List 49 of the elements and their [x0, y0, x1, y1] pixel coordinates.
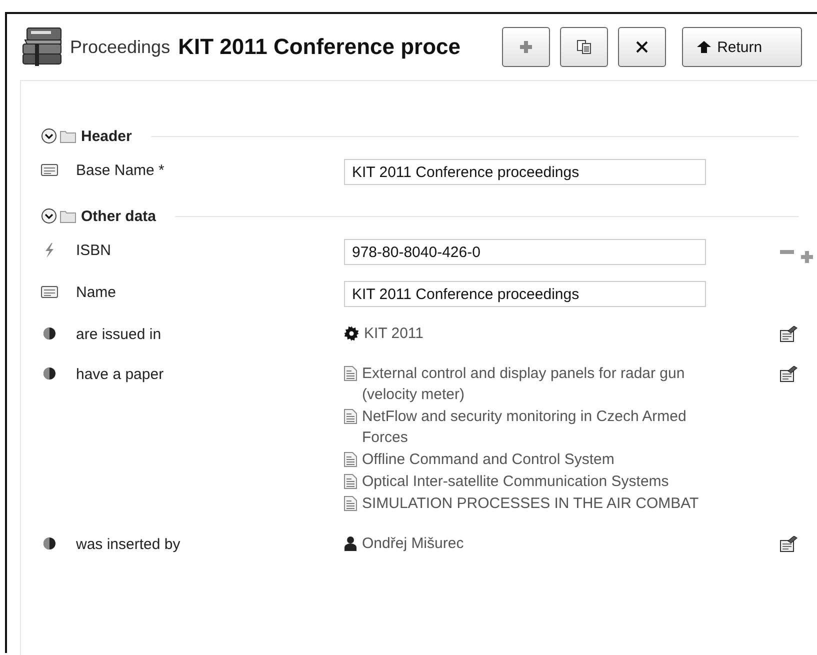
document-icon — [344, 366, 357, 381]
linked-record[interactable]: KIT 2011 — [364, 323, 719, 344]
field-label: Base Name * — [76, 162, 164, 179]
card-icon — [41, 163, 58, 177]
chevron-icon[interactable] — [41, 128, 57, 144]
copy-icon — [576, 39, 592, 55]
edit-icon[interactable] — [780, 326, 798, 342]
section-title: Other data — [81, 208, 156, 224]
half-circle-icon — [41, 367, 58, 380]
text-field[interactable]: KIT 2011 Conference proceedings — [344, 159, 706, 185]
linked-record[interactable]: NetFlow and security monitoring in Czech Armed Forces — [362, 406, 717, 448]
field-label: have a paper — [76, 366, 164, 383]
field-label: ISBN — [76, 242, 112, 259]
record-title: KIT 2011 Conference proce — [178, 34, 462, 60]
plus-icon[interactable] — [800, 250, 814, 264]
document-icon — [344, 474, 357, 489]
entity-type: Proceedings — [70, 36, 170, 58]
document-icon — [344, 409, 357, 424]
copy-button[interactable] — [560, 27, 608, 67]
half-circle-icon — [41, 537, 58, 550]
text-field[interactable]: KIT 2011 Conference proceedings — [344, 281, 706, 307]
add-button[interactable] — [502, 27, 550, 67]
linked-record[interactable]: SIMULATION PROCESSES IN THE AIR COMBAT — [362, 493, 717, 514]
half-circle-icon — [41, 327, 58, 340]
linked-record[interactable]: Ondřej Mišurec — [362, 533, 717, 554]
return-button[interactable]: Return — [682, 27, 802, 67]
linked-record[interactable]: Optical Inter-satellite Communication Systems — [362, 471, 717, 492]
field-label: are issued in — [76, 326, 162, 343]
close-icon — [635, 40, 650, 54]
field-label: Name — [76, 284, 116, 301]
section-title: Header — [81, 128, 132, 144]
document-icon — [344, 496, 357, 511]
person-icon — [344, 536, 357, 551]
folder-icon — [60, 209, 76, 223]
gear-icon — [344, 326, 359, 341]
folder-icon — [60, 129, 76, 143]
card-icon — [41, 285, 58, 299]
edit-icon[interactable] — [780, 536, 798, 552]
delete-button[interactable] — [618, 27, 666, 67]
edit-icon[interactable] — [780, 366, 798, 382]
minus-icon[interactable] — [780, 250, 794, 256]
text-field[interactable]: 978-80-8040-426-0 — [344, 239, 706, 265]
plus-icon — [519, 40, 534, 54]
up-arrow-icon — [697, 41, 712, 53]
field-label: was inserted by — [76, 536, 180, 553]
linked-record[interactable]: External control and display panels for radar gun (velocity meter) — [362, 363, 717, 405]
chevron-icon[interactable] — [41, 208, 57, 224]
document-icon — [344, 452, 357, 467]
linked-record[interactable]: Offline Command and Control System — [362, 449, 717, 470]
